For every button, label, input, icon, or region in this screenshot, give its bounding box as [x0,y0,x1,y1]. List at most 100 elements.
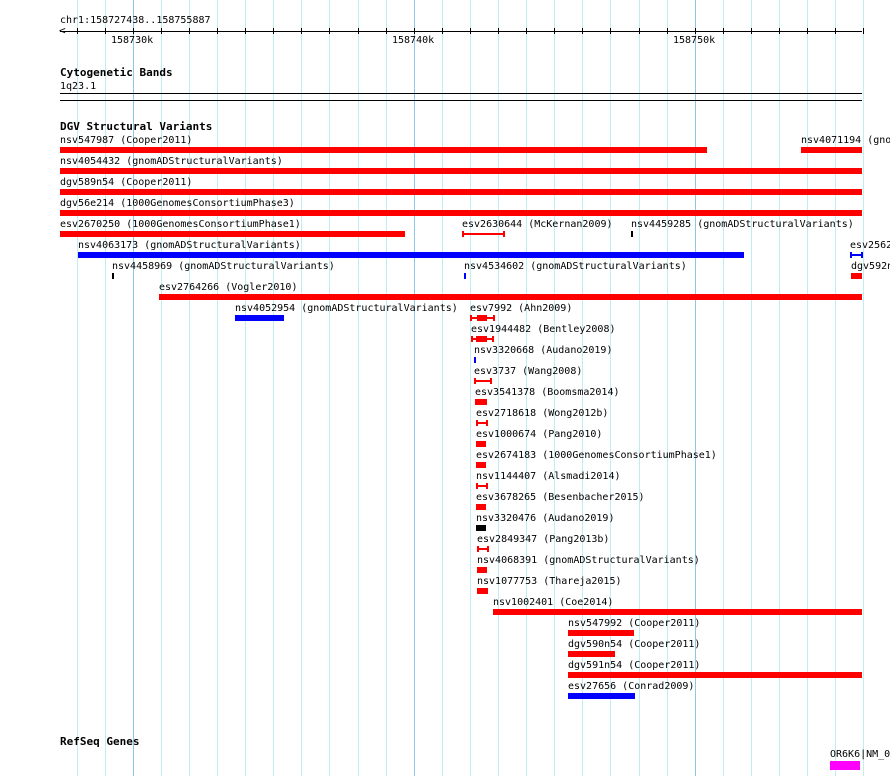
grid-line [77,0,78,776]
feature-cap [503,231,505,237]
feature-label: nsv4054432 (gnomADStructuralVariants) [60,156,283,167]
feature-label: esv2849347 (Pang2013b) [477,534,610,545]
feature-bar[interactable] [476,525,486,531]
feature-bar[interactable] [493,609,862,615]
ruler-tick [751,28,752,34]
grid-line [863,0,864,776]
major-grid-line [133,0,134,776]
feature-bar[interactable] [568,630,634,636]
feature-label: nsv1002401 (Coe2014) [493,597,614,608]
feature-label: nsv1077753 (Thareja2015) [477,576,622,587]
feature-label: nsv3320668 (Audano2019) [474,345,613,356]
feature-label: nsv4458969 (gnomADStructuralVariants) [112,261,335,272]
feature-cap [490,378,492,384]
feature-cap [476,420,478,426]
feature-cap [477,546,479,552]
feature-label: nsv3320476 (Audano2019) [476,513,615,524]
grid-line [358,0,359,776]
major-grid-line [414,0,415,776]
feature-bar[interactable] [476,504,486,510]
feature-line[interactable] [462,233,504,235]
ruler-tick [723,28,724,34]
feature-label: OR6K6|NM_0 [830,749,890,760]
tick-label: 158740k [392,35,435,46]
feature-bar[interactable] [476,441,486,447]
feature-bar[interactable] [851,273,862,279]
feature-label: nsv1144407 (Alsmadi2014) [476,471,621,482]
ruler-axis [60,31,862,32]
feature-bar[interactable] [631,231,633,237]
grid-line [442,0,443,776]
feature-cap [476,483,478,489]
feature-label: esv3541378 (Boomsma2014) [475,387,620,398]
grid-line [273,0,274,776]
feature-bar[interactable] [60,189,862,195]
ruler-tick [189,28,190,34]
feature-cap [487,546,489,552]
feature-label: dgv56e214 (1000GenomesConsortiumPhase3) [60,198,295,209]
feature-label: dgv592n [851,261,890,272]
feature-cap [850,252,852,258]
feature-bar[interactable] [159,294,862,300]
feature-bar[interactable] [475,399,487,405]
feature-line[interactable] [474,380,491,382]
feature-bar[interactable] [464,273,466,279]
ruler-tick [358,28,359,34]
ruler-tick [133,28,134,34]
ruler-tick [161,28,162,34]
ruler-tick [779,28,780,34]
feature-bar[interactable] [60,210,862,216]
feature-label: esv2764266 (Vogler2010) [159,282,298,293]
ruler-tick [610,28,611,34]
grid-line [161,0,162,776]
feature-bar[interactable] [830,761,860,770]
feature-bar[interactable] [568,693,635,699]
grid-line [301,0,302,776]
ruler-tick [414,28,415,34]
ruler-tick [217,28,218,34]
feature-bar[interactable] [112,273,114,279]
feature-cap [474,378,476,384]
feature-label: esv2630644 (McKernan2009) [462,219,613,230]
feature-bar[interactable] [78,252,744,258]
feature-bar[interactable] [477,567,487,573]
ruler-tick [639,28,640,34]
ruler-tick [554,28,555,34]
ruler-tick [667,28,668,34]
feature-bar[interactable] [568,672,862,678]
feature-core[interactable] [476,336,487,342]
ruler-tick [77,28,78,34]
band-line[interactable] [60,93,862,94]
feature-label: nsv547987 (Cooper2011) [60,135,193,146]
feature-cap [492,336,494,342]
feature-label: dgv589n54 (Cooper2011) [60,177,193,188]
feature-bar[interactable] [235,315,284,321]
feature-bar[interactable] [60,168,862,174]
feature-label: esv7992 (Ahn2009) [470,303,573,314]
feature-label: esv2562 [850,240,890,251]
ruler-tick [498,28,499,34]
feature-bar[interactable] [474,357,476,363]
track-title: RefSeq Genes [60,735,140,748]
ruler-tick [105,28,106,34]
track-title: Cytogenetic Bands [60,66,173,79]
feature-label: dgv591n54 (Cooper2011) [568,660,701,671]
feature-bar[interactable] [60,147,707,153]
tick-label: 158730k [111,35,154,46]
feature-bar[interactable] [477,588,488,594]
feature-bar[interactable] [60,231,405,237]
ruler-tick [245,28,246,34]
feature-bar[interactable] [801,147,862,153]
feature-core[interactable] [477,315,487,321]
feature-cap [861,252,863,258]
feature-bar[interactable] [476,462,486,468]
left-arrow-icon[interactable]: < [59,25,66,36]
ruler-tick [301,28,302,34]
feature-label: nsv4534602 (gnomADStructuralVariants) [464,261,687,272]
feature-cap [470,315,472,321]
feature-bar[interactable] [568,651,615,657]
grid-line [189,0,190,776]
feature-label: dgv590n54 (Cooper2011) [568,639,701,650]
feature-cap [493,315,495,321]
feature-cap [462,231,464,237]
